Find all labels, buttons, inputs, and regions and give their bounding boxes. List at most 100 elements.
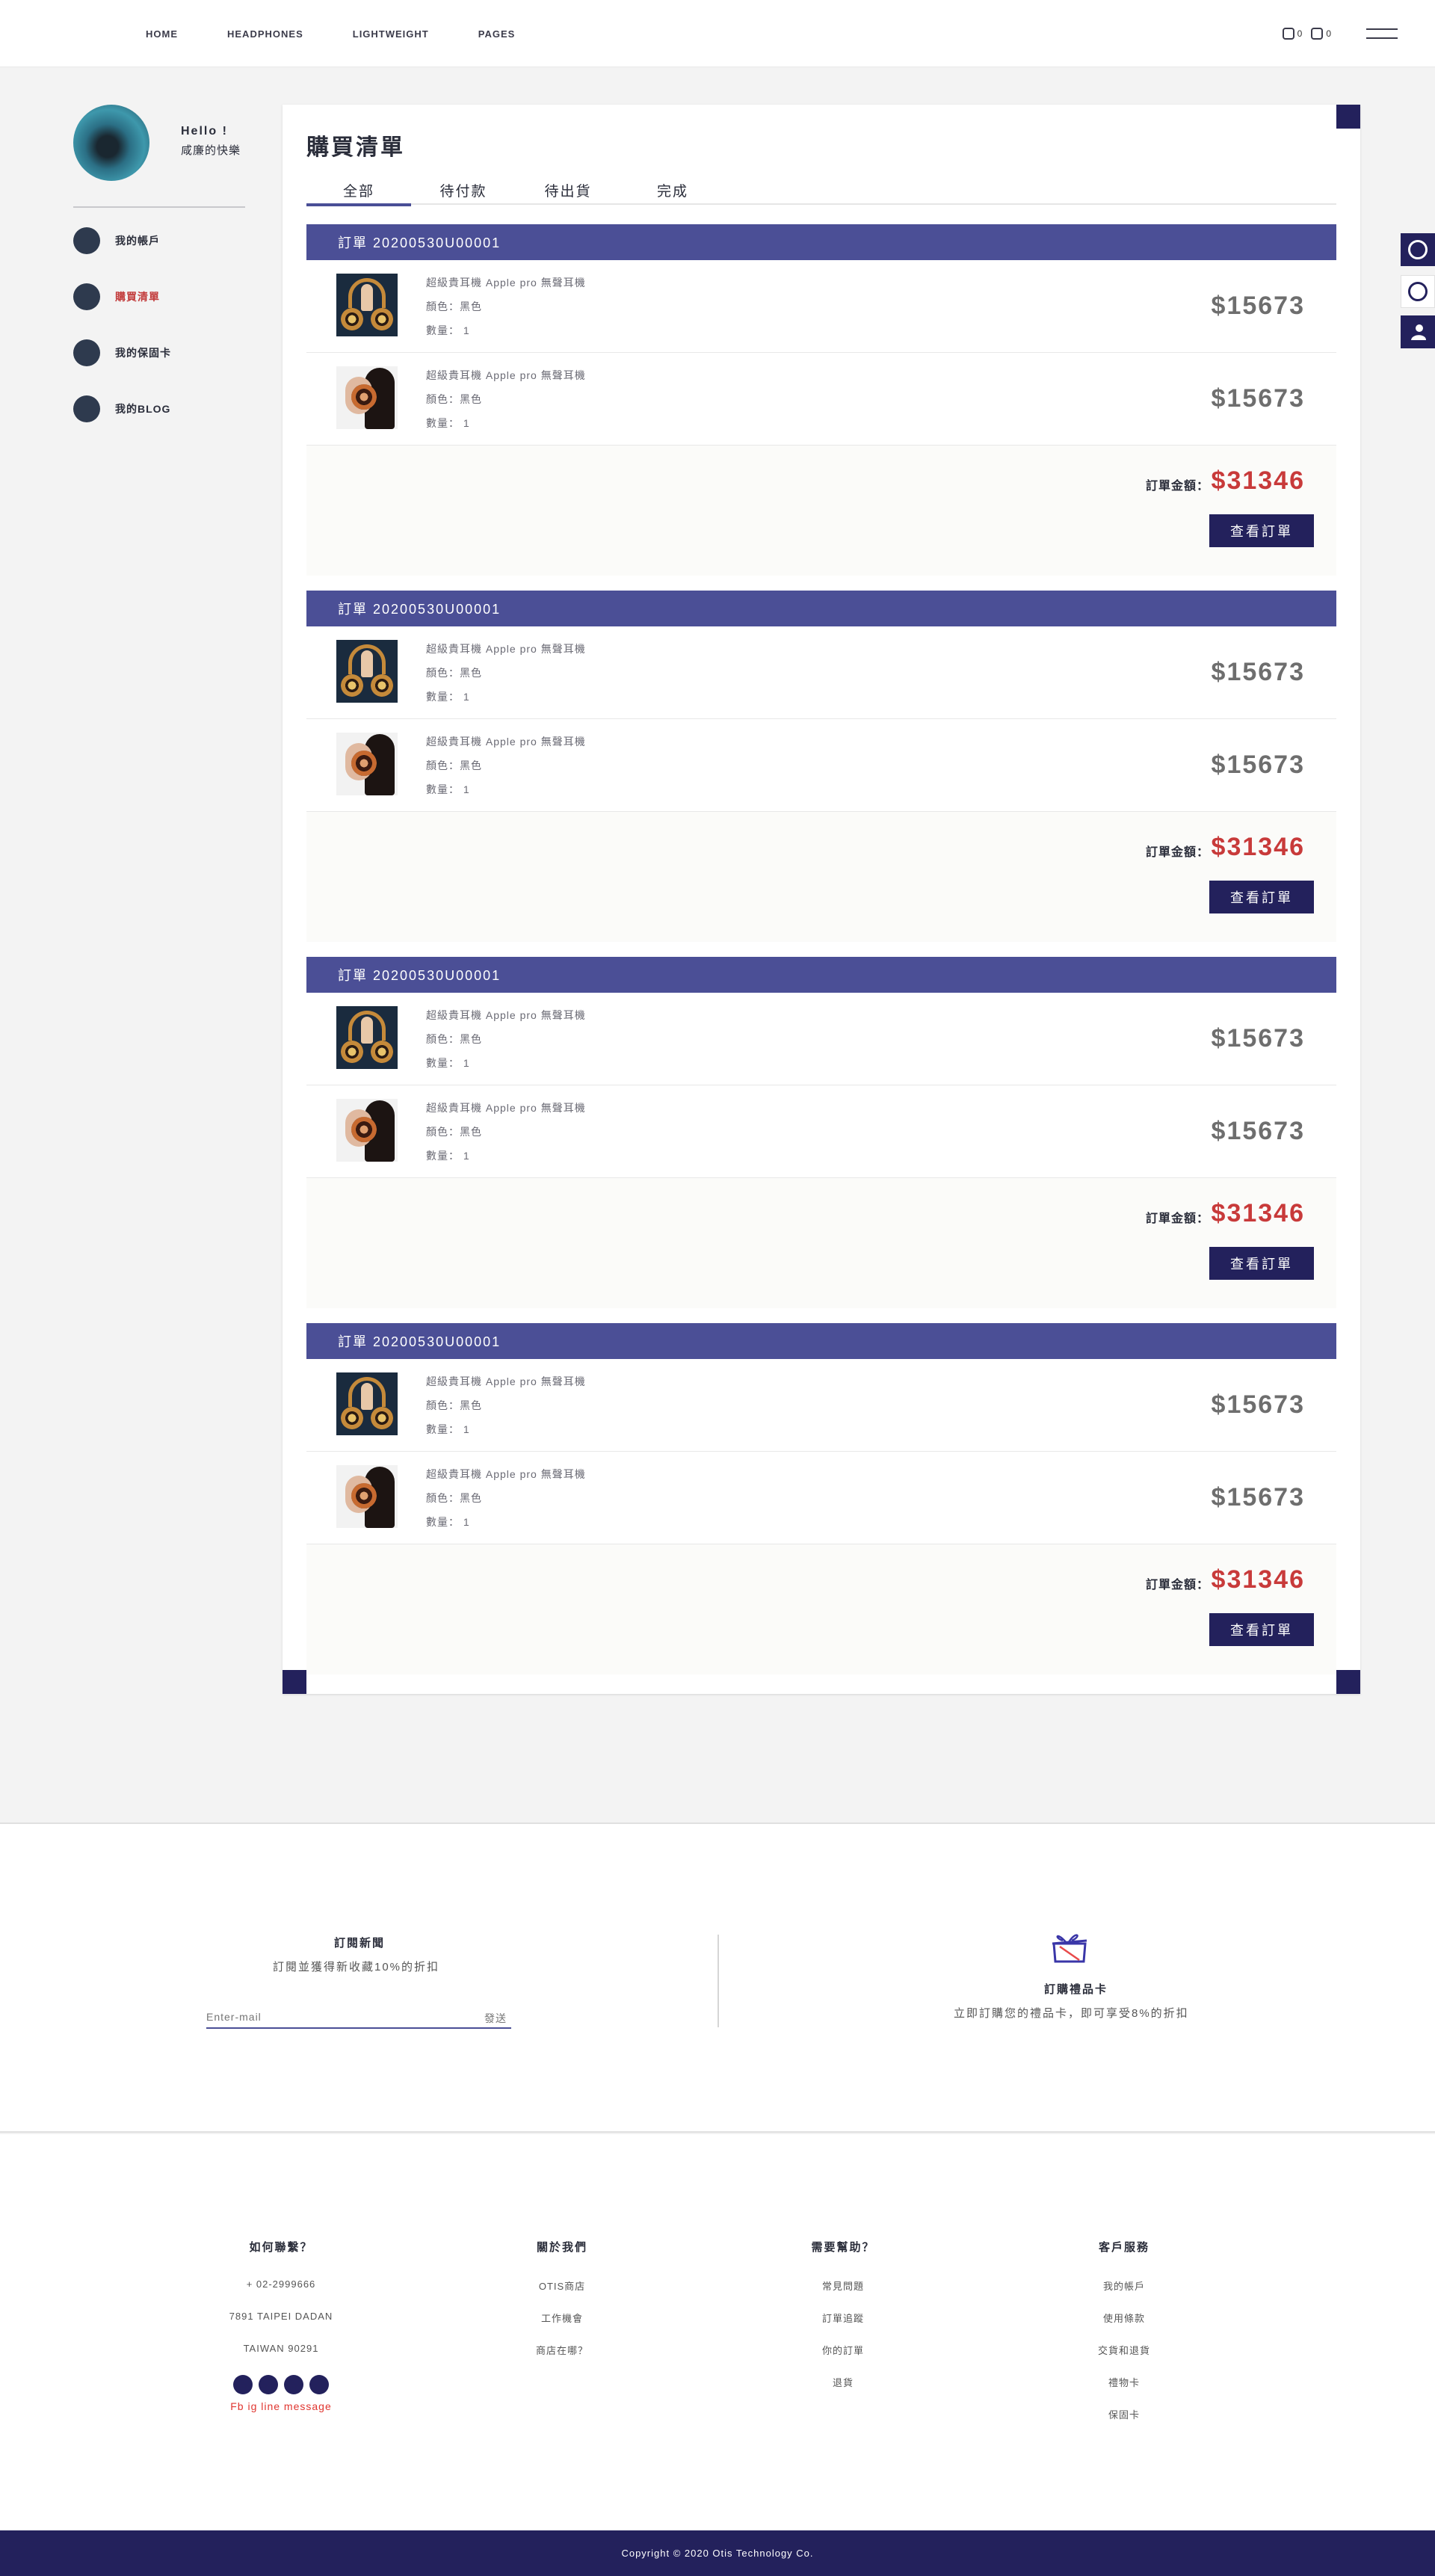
product-color: 顏色：黑色 bbox=[426, 1399, 482, 1411]
order-total: $31346 bbox=[1211, 466, 1305, 495]
facebook-icon[interactable] bbox=[233, 2375, 253, 2394]
sidebar-item-label: 我的保固卡 bbox=[115, 347, 171, 359]
footer-link[interactable]: 交貨和退貨 bbox=[1027, 2343, 1221, 2375]
product-color: 顏色：黑色 bbox=[426, 759, 482, 771]
product-image[interactable] bbox=[336, 274, 398, 336]
instagram-icon[interactable] bbox=[259, 2375, 278, 2394]
blog-icon bbox=[73, 395, 100, 422]
order-item: 超級貴耳機 Apple pro 無聲耳機 顏色：黑色 數量： 1 $15673 bbox=[306, 260, 1336, 353]
product-name[interactable]: 超級貴耳機 Apple pro 無聲耳機 bbox=[426, 271, 586, 295]
social-icons bbox=[184, 2375, 378, 2394]
product-image[interactable] bbox=[336, 366, 398, 429]
wishlist-button[interactable]: 0 bbox=[1282, 28, 1302, 40]
menu-icon[interactable] bbox=[1366, 27, 1398, 40]
product-color: 顏色：黑色 bbox=[426, 393, 482, 405]
chat-icon bbox=[1408, 282, 1428, 301]
line-icon[interactable] bbox=[284, 2375, 303, 2394]
corner-decoration bbox=[1336, 1670, 1360, 1694]
footer-link[interactable]: 保固卡 bbox=[1027, 2407, 1221, 2439]
cart-button[interactable]: 0 bbox=[1311, 28, 1331, 40]
item-price: $15673 bbox=[1211, 292, 1305, 320]
order-header: 訂單 20200530U00001 bbox=[306, 957, 1336, 993]
footer-link[interactable]: 你的訂單 bbox=[746, 2343, 940, 2375]
email-input[interactable] bbox=[206, 2006, 511, 2029]
giftcard-title[interactable]: 訂購禮品卡 bbox=[1044, 1981, 1108, 1997]
username: 咸廉的快樂 bbox=[181, 144, 241, 157]
nav-headphones[interactable]: HEADPHONES bbox=[227, 28, 303, 40]
product-image[interactable] bbox=[336, 733, 398, 795]
product-image[interactable] bbox=[336, 1465, 398, 1528]
message-icon[interactable] bbox=[309, 2375, 329, 2394]
sidebar-item-account[interactable]: 我的帳戶 bbox=[73, 226, 160, 256]
footer-link[interactable]: 禮物卡 bbox=[1027, 2375, 1221, 2407]
sidebar-item-warranty[interactable]: 我的保固卡 bbox=[73, 338, 171, 368]
order-status-tabs: 全部 待付款 待出貨 完成 bbox=[306, 175, 1336, 206]
footer-link[interactable]: 工作機會 bbox=[465, 2311, 659, 2343]
order-summary: 訂單金額： $31346 查看訂單 bbox=[306, 446, 1336, 576]
user-button[interactable] bbox=[1401, 315, 1435, 348]
view-order-button[interactable]: 查看訂單 bbox=[1209, 1613, 1314, 1646]
order-block: 訂單 20200530U00001 超級貴耳機 Apple pro 無聲耳機 顏… bbox=[306, 224, 1336, 576]
footer-link[interactable]: 訂單追蹤 bbox=[746, 2311, 940, 2343]
tab-all[interactable]: 全部 bbox=[306, 175, 411, 206]
nav-lightweight[interactable]: LIGHTWEIGHT bbox=[353, 28, 429, 40]
view-order-button[interactable]: 查看訂單 bbox=[1209, 1247, 1314, 1280]
tab-completed[interactable]: 完成 bbox=[620, 175, 725, 205]
product-color: 顏色：黑色 bbox=[426, 1126, 482, 1138]
account-icon bbox=[73, 227, 100, 254]
footer-phone[interactable]: + 02-2999666 bbox=[184, 2278, 378, 2311]
order-total: $31346 bbox=[1211, 1565, 1305, 1594]
sidebar-item-purchases[interactable]: 購買清單 bbox=[73, 282, 160, 312]
product-image[interactable] bbox=[336, 1006, 398, 1069]
avatar[interactable] bbox=[73, 105, 149, 181]
product-image[interactable] bbox=[336, 1099, 398, 1162]
product-image[interactable] bbox=[336, 640, 398, 703]
footer-link[interactable]: 我的帳戶 bbox=[1027, 2278, 1221, 2311]
footer-link[interactable]: 常見問題 bbox=[746, 2278, 940, 2311]
product-name[interactable]: 超級貴耳機 Apple pro 無聲耳機 bbox=[426, 363, 586, 387]
view-order-button[interactable]: 查看訂單 bbox=[1209, 514, 1314, 547]
footer-address: 7891 TAIPEI DADAN bbox=[229, 2311, 333, 2322]
nav-pages[interactable]: PAGES bbox=[478, 28, 516, 40]
order-summary: 訂單金額： $31346 查看訂單 bbox=[306, 812, 1336, 942]
footer-link[interactable]: OTIS商店 bbox=[465, 2278, 659, 2311]
send-button[interactable]: 發送 bbox=[484, 2011, 507, 2026]
footer-link[interactable]: 商店在哪？ bbox=[465, 2343, 659, 2375]
greeting: Hello ! bbox=[181, 125, 228, 138]
subscribe-section: 訂閱新聞 訂閱並獲得新收藏10%的折扣 發送 訂購禮品卡 立即訂購您的禮品卡，即… bbox=[0, 1822, 1435, 2133]
footer-link[interactable]: 使用條款 bbox=[1027, 2311, 1221, 2343]
order-header: 訂單 20200530U00001 bbox=[306, 591, 1336, 626]
product-name[interactable]: 超級貴耳機 Apple pro 無聲耳機 bbox=[426, 637, 586, 661]
footer-col-title: 如何聯繫？ bbox=[249, 2241, 313, 2254]
product-name[interactable]: 超級貴耳機 Apple pro 無聲耳機 bbox=[426, 1462, 586, 1486]
product-name[interactable]: 超級貴耳機 Apple pro 無聲耳機 bbox=[426, 1003, 586, 1027]
tab-pending-payment[interactable]: 待付款 bbox=[411, 175, 516, 205]
product-color: 顏色：黑色 bbox=[426, 1033, 482, 1045]
footer-link[interactable]: 退貨 bbox=[746, 2375, 940, 2407]
order-total-label: 訂單金額： bbox=[1145, 1579, 1209, 1591]
footer-col-title: 客戶服務 bbox=[1098, 2241, 1149, 2254]
chat-button[interactable] bbox=[1401, 275, 1435, 308]
purchases-icon bbox=[73, 283, 100, 310]
product-image[interactable] bbox=[336, 1372, 398, 1435]
product-name[interactable]: 超級貴耳機 Apple pro 無聲耳機 bbox=[426, 1369, 586, 1393]
view-order-button[interactable]: 查看訂單 bbox=[1209, 881, 1314, 913]
footer: 如何聯繫？ + 02-2999666 7891 TAIPEI DADAN TAI… bbox=[0, 2134, 1435, 2530]
product-name[interactable]: 超級貴耳機 Apple pro 無聲耳機 bbox=[426, 1096, 586, 1120]
sidebar-item-label: 我的帳戶 bbox=[115, 235, 160, 247]
gift-box-icon bbox=[1052, 1934, 1087, 1963]
sidebar-item-label: 購買清單 bbox=[115, 291, 160, 303]
item-price: $15673 bbox=[1211, 384, 1305, 413]
nav-home[interactable]: HOME bbox=[146, 28, 178, 40]
product-color: 顏色：黑色 bbox=[426, 301, 482, 312]
subscribe-text: 訂閱並獲得新收藏10%的折扣 bbox=[273, 1961, 440, 1973]
item-price: $15673 bbox=[1211, 1390, 1305, 1419]
product-name[interactable]: 超級貴耳機 Apple pro 無聲耳機 bbox=[426, 730, 586, 754]
tab-pending-shipment[interactable]: 待出貨 bbox=[516, 175, 620, 205]
corner-decoration bbox=[283, 1670, 306, 1694]
product-qty: 數量： 1 bbox=[426, 324, 470, 336]
item-price: $15673 bbox=[1211, 1024, 1305, 1053]
product-qty: 數量： 1 bbox=[426, 1423, 470, 1435]
message-button[interactable] bbox=[1401, 233, 1435, 266]
sidebar-item-blog[interactable]: 我的BLOG bbox=[73, 394, 170, 424]
